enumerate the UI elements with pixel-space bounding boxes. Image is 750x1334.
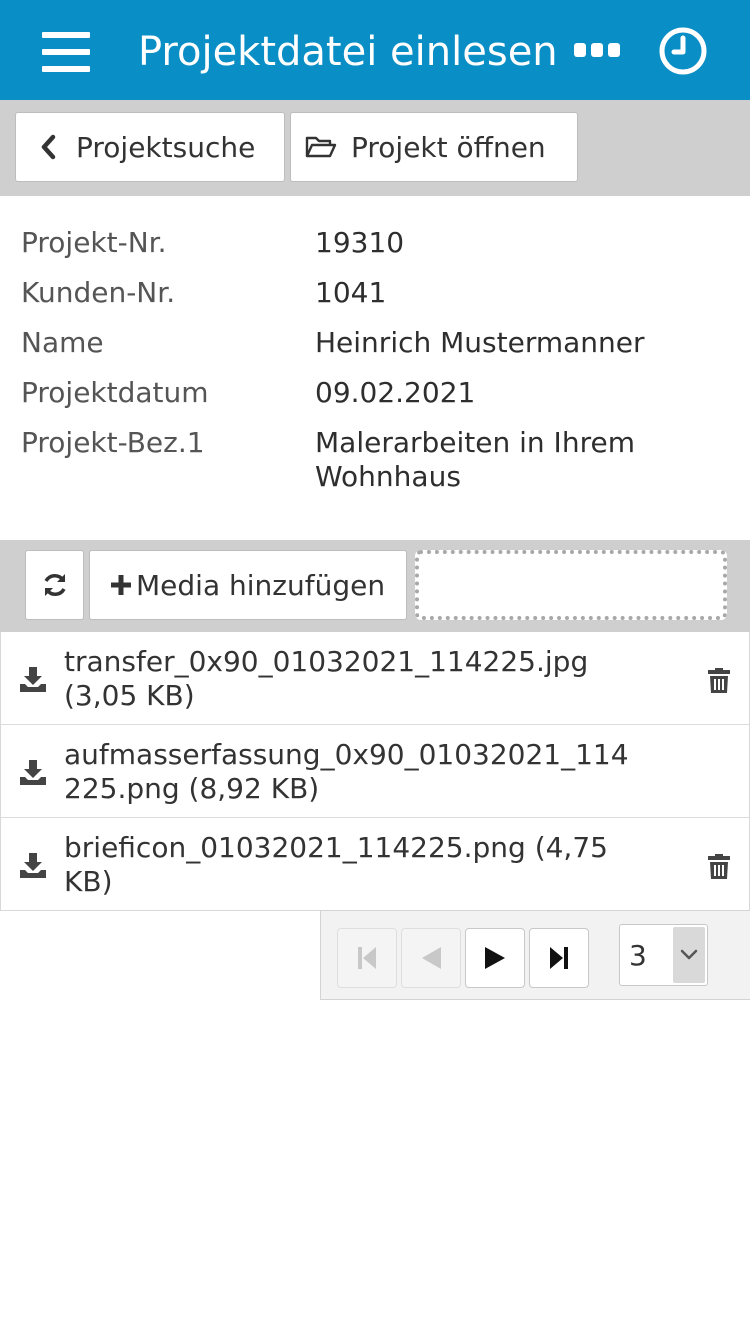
download-icon[interactable]	[19, 758, 47, 786]
refresh-icon	[43, 574, 66, 596]
page-select-value: 3	[629, 939, 647, 972]
pagination: 3	[320, 910, 750, 1000]
project-number-label: Projekt-Nr.	[21, 226, 167, 259]
next-page-icon	[485, 947, 505, 969]
previous-page-icon	[422, 947, 441, 969]
chevron-down-icon[interactable]	[673, 927, 705, 983]
media-drop-zone[interactable]	[415, 550, 727, 620]
project-description-value: Malerarbeiten in Ihrem Wohnhaus	[315, 426, 635, 493]
last-page-icon	[550, 947, 568, 969]
media-toolbar: Media hinzufügen	[0, 540, 750, 632]
folder-open-icon	[305, 136, 337, 158]
customer-number-label: Kunden-Nr.	[21, 276, 176, 309]
file-name[interactable]: brieficon_01032021_114225.png (4,75 KB)	[64, 831, 644, 899]
previous-page-button[interactable]	[401, 928, 461, 988]
project-date-value: 09.02.2021	[315, 376, 476, 409]
more-dots-icon[interactable]	[574, 43, 620, 57]
first-page-button[interactable]	[337, 928, 397, 988]
trash-icon[interactable]	[707, 852, 731, 880]
list-item: aufmasserfassung_0x90_01032021_114225.pn…	[1, 725, 749, 818]
app-header: Projektdatei einlesen	[0, 0, 750, 100]
add-media-label: Media hinzufügen	[136, 568, 386, 602]
hamburger-menu-icon[interactable]	[42, 32, 90, 72]
project-description-label: Projekt-Bez.1	[21, 426, 205, 459]
customer-name-value: Heinrich Mustermanner	[315, 326, 645, 359]
page-select[interactable]: 3	[619, 924, 708, 986]
project-search-back-button[interactable]: Projektsuche	[15, 112, 285, 182]
first-page-icon	[358, 947, 376, 969]
file-name[interactable]: transfer_0x90_01032021_114225.jpg (3,05 …	[64, 645, 644, 713]
file-name[interactable]: aufmasserfassung_0x90_01032021_114225.pn…	[64, 738, 644, 806]
list-item: brieficon_01032021_114225.png (4,75 KB)	[1, 818, 749, 910]
download-icon[interactable]	[19, 665, 47, 693]
customer-name-label: Name	[21, 326, 104, 359]
open-project-button[interactable]: Projekt öffnen	[290, 112, 578, 182]
download-icon[interactable]	[19, 851, 47, 879]
project-details: Projekt-Nr. 19310 Kunden-Nr. 1041 Name H…	[0, 196, 750, 540]
page-title: Projektdatei einlesen	[138, 29, 558, 75]
project-date-label: Projektdatum	[21, 376, 209, 409]
project-number-value: 19310	[315, 226, 405, 259]
customer-number-value: 1041	[315, 276, 387, 309]
media-file-list: transfer_0x90_01032021_114225.jpg (3,05 …	[0, 632, 750, 911]
last-page-button[interactable]	[529, 928, 589, 988]
chevron-left-icon	[41, 134, 56, 160]
clock-icon[interactable]	[658, 26, 708, 76]
plus-icon	[111, 575, 131, 595]
list-item: transfer_0x90_01032021_114225.jpg (3,05 …	[1, 632, 749, 725]
project-search-label: Projektsuche	[76, 130, 256, 164]
add-media-button[interactable]: Media hinzufügen	[89, 550, 407, 620]
refresh-button[interactable]	[25, 550, 84, 620]
next-page-button[interactable]	[465, 928, 525, 988]
project-toolbar: Projektsuche Projekt öffnen	[0, 100, 750, 196]
trash-icon[interactable]	[707, 666, 731, 694]
open-project-label: Projekt öffnen	[351, 130, 546, 164]
